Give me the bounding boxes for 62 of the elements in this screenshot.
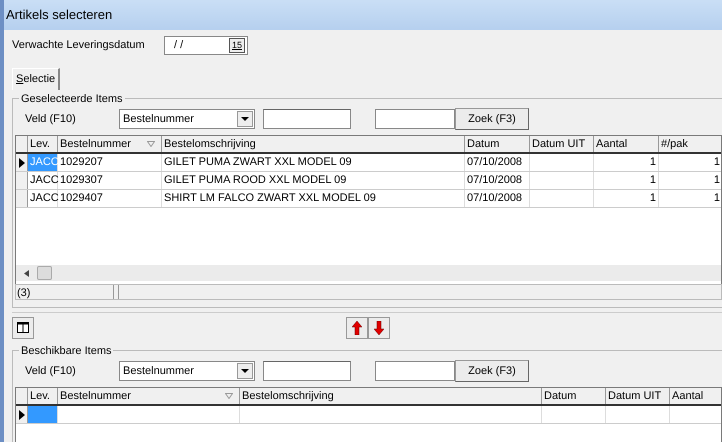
table-cell: 1 — [594, 154, 659, 171]
field-label: Veld (F10) — [25, 364, 77, 379]
columns-button[interactable] — [12, 316, 34, 338]
table-cell: GILET PUMA ROOD XXL MODEL 09 — [162, 172, 465, 189]
field-label: Verwachte Leveringsdatum — [12, 38, 146, 53]
table-cell — [28, 406, 58, 423]
move-down-button[interactable] — [368, 316, 390, 338]
row-header[interactable] — [16, 154, 28, 171]
move-up-button[interactable] — [346, 316, 368, 338]
column-header[interactable]: #/pak — [659, 136, 721, 152]
table-cell: 1 — [594, 190, 659, 207]
filter-input[interactable] — [263, 361, 351, 381]
search-input[interactable] — [375, 361, 455, 381]
columns-icon — [17, 322, 29, 333]
table-row[interactable]: JACC1029307 GILET PUMA ROOD XXL MODEL 09 07/10/2008 1 1 — [16, 172, 721, 190]
column-header[interactable]: Lev. — [28, 388, 58, 404]
column-header[interactable]: Datum UIT — [530, 136, 594, 152]
horizontal-scrollbar[interactable] — [16, 265, 721, 281]
table-cell: 07/10/2008 — [465, 154, 530, 171]
up-arrow-icon — [352, 320, 362, 334]
row-header[interactable] — [16, 406, 28, 423]
table-cell: JACC — [28, 190, 58, 207]
table-cell: SHIRT LM FALCO ZWART XXL MODEL 09 — [162, 190, 465, 207]
table-cell: 1029407 — [58, 190, 162, 207]
field-dropdown[interactable]: Bestelnummer — [119, 361, 255, 381]
status-count: (3) — [16, 285, 114, 299]
down-arrow-icon — [374, 320, 384, 334]
table-cell: 1029307 — [58, 172, 162, 189]
scroll-thumb[interactable] — [37, 266, 52, 280]
column-header[interactable]: Lev. — [28, 136, 58, 152]
search-button[interactable]: Zoek (F3) — [455, 108, 529, 130]
column-header[interactable]: Bestelomschrijving — [240, 388, 542, 404]
search-input[interactable] — [375, 109, 455, 129]
table-cell: JACC — [28, 172, 58, 189]
calendar-button[interactable]: 15 — [228, 38, 245, 53]
row-pointer-icon — [18, 158, 24, 168]
table-cell: 07/10/2008 — [465, 172, 530, 189]
tab[interactable]: Selectie — [12, 68, 60, 90]
window-title: Artikels selecteren — [6, 6, 112, 24]
column-header[interactable]: Bestelnummer — [58, 388, 240, 404]
table-cell: 07/10/2008 — [465, 190, 530, 207]
column-header[interactable]: Bestelnummer — [58, 136, 162, 152]
scroll-left-icon — [24, 270, 29, 276]
table-cell: 1 — [594, 172, 659, 189]
table-row[interactable]: JACC1029407 SHIRT LM FALCO ZWART XXL MODEL 09 07/10/2008 1 1 — [16, 190, 721, 208]
date-field[interactable]: / / 15 — [164, 36, 248, 55]
row-pointer-icon — [18, 410, 24, 420]
column-header[interactable]: Datum — [542, 388, 606, 404]
table-cell: 1 — [659, 154, 721, 171]
field-label: Veld (F10) — [25, 112, 77, 127]
column-header[interactable]: Bestelomschrijving — [162, 136, 465, 152]
table-cell: 1 — [659, 172, 721, 189]
column-header[interactable]: Aantal — [670, 388, 721, 404]
search-button[interactable]: Zoek (F3) — [455, 360, 529, 382]
column-header[interactable]: Aantal — [594, 136, 659, 152]
table-cell: 1029207 — [58, 154, 162, 171]
column-header[interactable]: Datum UIT — [606, 388, 670, 404]
filter-input[interactable] — [263, 109, 351, 129]
table-cell: 1 — [659, 190, 721, 207]
table-cell: GILET PUMA ZWART XXL MODEL 09 — [162, 154, 465, 171]
field-dropdown[interactable]: Bestelnummer — [119, 109, 255, 129]
column-header[interactable]: Datum — [465, 136, 530, 152]
